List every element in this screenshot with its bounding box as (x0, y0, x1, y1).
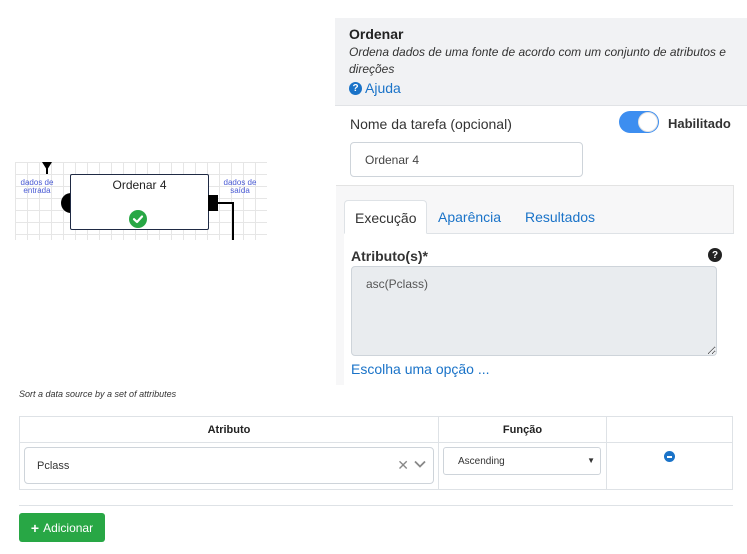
task-name-label: Nome da tarefa (opcional) (350, 116, 512, 132)
table-row: Pclass ✕ Ascending ▼ (19, 442, 734, 490)
task-name-input[interactable] (350, 142, 583, 177)
choose-option-link[interactable]: Escolha uma opção ... (351, 361, 490, 377)
function-select[interactable]: Ascending ▼ (443, 447, 601, 475)
attribute-select-value: Pclass (37, 460, 70, 472)
outgoing-flow-line-vertical (232, 202, 234, 240)
remove-row-icon[interactable] (663, 451, 675, 462)
output-port-label: dados de saída (223, 178, 257, 195)
operation-description: Ordena dados de uma fonte de acordo com … (349, 45, 726, 76)
column-header-attribute: Atributo (19, 416, 439, 443)
question-circle-icon: ? (349, 81, 362, 95)
attributes-label: Atributo(s)* (351, 248, 428, 264)
add-button[interactable]: + Adicionar (19, 513, 105, 542)
tab-aparencia[interactable]: Aparência (428, 200, 511, 234)
add-button-label: Adicionar (43, 520, 94, 535)
function-select-value: Ascending (458, 456, 505, 467)
chevron-down-icon[interactable] (413, 457, 427, 476)
help-link[interactable]: ? Ajuda (349, 80, 733, 96)
tab-content-execucao: Atributo(s)* ? asc(Pclass) Escolha uma o… (344, 234, 734, 386)
operation-title: Ordenar (349, 26, 404, 42)
incoming-flow-arrow (42, 162, 52, 170)
function-cell: Ascending ▼ (438, 442, 607, 490)
help-link-label: Ajuda (365, 80, 401, 96)
question-circle-icon[interactable]: ? (708, 248, 722, 262)
success-check-icon (129, 210, 147, 228)
attributes-textarea[interactable]: asc(Pclass) (351, 266, 717, 356)
enabled-label: Habilitado (668, 116, 731, 131)
operation-header: Ordenar Ordena dados de uma fonte de aco… (335, 18, 747, 106)
output-port[interactable] (208, 195, 218, 211)
tab-resultados[interactable]: Resultados (515, 200, 605, 234)
editor-description: Sort a data source by a set of attribute… (19, 389, 177, 399)
task-node-title: Ordenar 4 (112, 178, 167, 192)
actions-cell (605, 442, 734, 490)
table-header-row: Atributo Função (19, 416, 734, 443)
tabs-area: Execução Aparência Resultados Atributo(s… (336, 185, 734, 386)
attribute-select[interactable]: Pclass ✕ (24, 447, 434, 484)
plus-icon: + (30, 519, 40, 536)
toggle-knob (638, 112, 658, 132)
enabled-toggle[interactable] (619, 111, 659, 133)
attributes-table: Atributo Função Pclass ✕ Ascending ▼ (19, 416, 734, 490)
tab-bar: Execução Aparência Resultados (344, 200, 734, 234)
task-node-ordenar[interactable]: Ordenar 4 (70, 174, 209, 230)
tab-execucao[interactable]: Execução (344, 200, 428, 234)
column-header-function: Função (438, 416, 607, 443)
column-header-actions (605, 416, 734, 443)
divider (19, 505, 733, 506)
clear-icon[interactable]: ✕ (397, 458, 409, 472)
caret-down-icon: ▼ (587, 456, 595, 465)
properties-panel: Ordenar Ordena dados de uma fonte de aco… (335, 18, 747, 386)
workflow-canvas[interactable]: dados de entrada dados de saída Ordenar … (15, 162, 267, 240)
attribute-cell: Pclass ✕ (19, 442, 439, 490)
input-port-label: dados de entrada (20, 178, 54, 195)
